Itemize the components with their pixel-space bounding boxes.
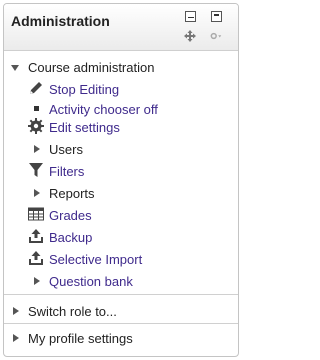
divider [4,323,238,324]
block-title: Administration [11,13,110,29]
grades-table-icon [28,207,44,221]
expand-arrow-icon [13,334,19,342]
grades-link[interactable]: Grades [49,208,92,223]
grades-item[interactable]: Grades [4,205,238,225]
filter-icon [29,163,43,177]
gear-icon[interactable] [210,30,222,42]
course-administration-label: Course administration [28,60,155,75]
stop-editing-link[interactable]: Stop Editing [49,82,119,97]
pencil-icon [30,82,42,94]
course-administration-node[interactable]: Course administration [4,57,238,77]
backup-upload-icon [29,229,43,243]
minimize-icon[interactable] [185,11,197,23]
divider [4,294,238,295]
dock-icon[interactable] [211,11,223,23]
gear-icon [28,118,44,134]
move-icon[interactable] [184,30,196,42]
switch-role-node[interactable]: Switch role to... [4,301,238,321]
bullet-icon [34,106,39,111]
backup-item[interactable]: Backup [4,227,238,247]
users-label: Users [49,142,83,157]
expand-arrow-icon [34,277,40,285]
activity-chooser-link[interactable]: Activity chooser off [49,102,158,117]
reports-label: Reports [49,186,95,201]
question-bank-node[interactable]: Question bank [4,271,238,291]
expand-arrow-icon [34,145,40,153]
users-node[interactable]: Users [4,139,238,159]
expand-arrow-icon [13,307,19,315]
selective-import-item[interactable]: Selective Import [4,249,238,269]
edit-settings-item[interactable]: Edit settings [4,117,238,137]
profile-settings-label: My profile settings [28,331,133,346]
backup-link[interactable]: Backup [49,230,92,245]
reports-node[interactable]: Reports [4,183,238,203]
activity-chooser-item[interactable]: Activity chooser off [4,99,238,119]
import-upload-icon [29,251,43,265]
edit-settings-link[interactable]: Edit settings [49,120,120,135]
collapse-arrow-icon [11,65,19,71]
stop-editing-item[interactable]: Stop Editing [4,79,238,99]
filters-item[interactable]: Filters [4,161,238,181]
expand-arrow-icon [34,189,40,197]
filters-link[interactable]: Filters [49,164,84,179]
question-bank-link[interactable]: Question bank [49,274,133,289]
block-header: Administration [4,4,238,51]
selective-import-link[interactable]: Selective Import [49,252,142,267]
administration-block: Administration Course administration Sto… [3,3,239,357]
profile-settings-node[interactable]: My profile settings [4,328,238,348]
switch-role-label: Switch role to... [28,304,117,319]
